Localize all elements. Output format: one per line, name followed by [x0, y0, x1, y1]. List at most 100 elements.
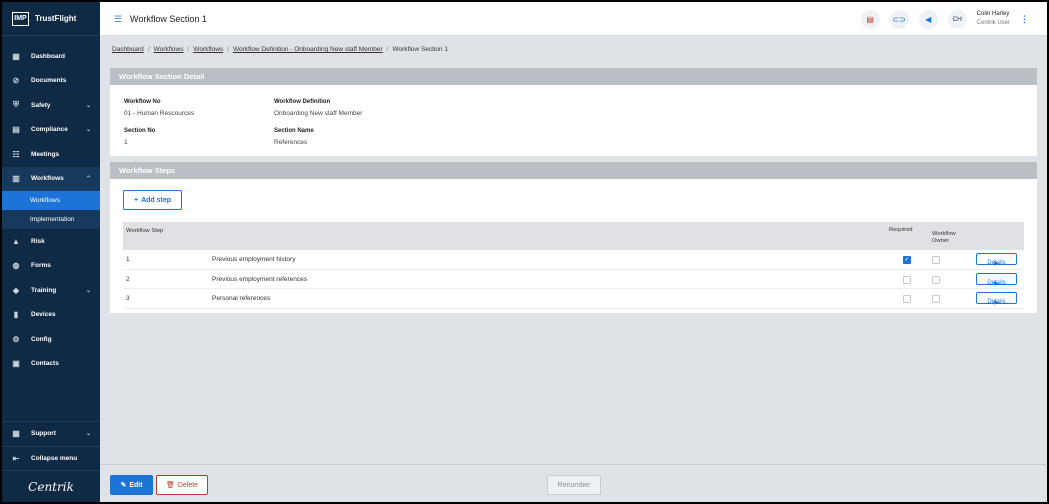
sidebar-item-documents[interactable]: ⊘ Documents	[2, 69, 100, 94]
step-name: Personal references	[212, 295, 271, 302]
delete-button[interactable]: 🗑 Delete	[156, 475, 208, 495]
table-header: Workflow Step Required Workflow Owner	[123, 222, 1024, 250]
topbar: ☰ Workflow Section 1 ▤ ⊂⊃ ◀ CH Colin Har…	[100, 2, 1047, 36]
step-name: Previous employment history	[212, 256, 296, 263]
add-step-button[interactable]: + Add step	[123, 190, 182, 210]
renumber-button[interactable]: Renumber	[547, 475, 601, 495]
wrench-icon: ⚙	[12, 334, 20, 344]
sidebar-item-workflows[interactable]: ▥ Workflows ⌃	[2, 166, 100, 191]
details-label: Details	[987, 279, 1006, 286]
collapse-menu-button[interactable]: ⇤ Collapse menu	[2, 445, 100, 471]
sidebar-item-label: Config	[31, 335, 52, 343]
sidebar-item-safety[interactable]: ⛨ Safety ⌄	[2, 93, 100, 118]
breadcrumb-separator: /	[227, 46, 229, 53]
sidebar-subitem-implementation[interactable]: Implementation	[2, 210, 100, 229]
details-button[interactable]: ▶ Details	[976, 272, 1017, 287]
workflow-steps-panel: Workflow Steps + Add step Workflow Step …	[110, 162, 1037, 313]
sidebar-bottom: ▦ Support ⌄ ⇤ Collapse menu Centrik	[2, 421, 100, 502]
sidebar-item-meetings[interactable]: ☷ Meetings	[2, 142, 100, 167]
user-role: Centrik User	[976, 20, 1010, 26]
plus-icon: +	[133, 196, 139, 204]
sidebar-item-risk[interactable]: ▲ Risk	[2, 229, 100, 254]
chevron-down-icon: ⌄	[85, 127, 91, 134]
step-name: Previous employment references	[212, 275, 308, 283]
trash-icon: 🗑	[165, 482, 175, 489]
people-icon: ☷	[12, 149, 20, 159]
sidebar-item-config[interactable]: ⚙ Config	[2, 327, 100, 352]
clipboard-icon: ▤	[12, 125, 20, 135]
table-row: 3 Personal references ▶ Details	[123, 289, 1024, 309]
sidebar-item-label: Contacts	[31, 360, 59, 368]
sidebar-item-training[interactable]: ◆ Training ⌄	[2, 278, 100, 303]
sidebar-item-devices[interactable]: ▮ Devices	[2, 303, 100, 328]
collapse-menu-label: Collapse menu	[31, 454, 78, 462]
edit-icon: ✎	[120, 482, 127, 489]
breadcrumb-workflows-list[interactable]: Workflows	[193, 46, 223, 53]
breadcrumb-workflow-definition[interactable]: Workflow Definition - Onboarding New sta…	[233, 46, 383, 53]
details-label: Details	[987, 299, 1006, 305]
workflow-definition-value: Onboarding New staff Member	[274, 110, 363, 117]
sidebar-nav: ▦ Dashboard ⊘ Documents ⛨ Safety ⌄ ▤ Com…	[2, 44, 100, 376]
section-no-value: 1	[124, 139, 128, 146]
sidebar-item-label: Training	[31, 286, 57, 294]
details-button[interactable]: ▶ Details	[976, 253, 1017, 267]
sidebar-item-forms[interactable]: ◍ Forms	[2, 254, 100, 279]
brand[interactable]: IMP TrustFlight	[2, 2, 100, 36]
details-label: Details	[987, 260, 1006, 266]
sidebar-item-support[interactable]: ▦ Support ⌄	[2, 421, 100, 446]
breadcrumb-workflows[interactable]: Workflows	[154, 46, 184, 53]
required-checkbox[interactable]: ✓	[903, 256, 911, 264]
sidebar-item-label: Forms	[31, 262, 51, 270]
sidebar-item-label: Workflows	[31, 175, 64, 183]
sidebar-subitem-workflows[interactable]: Workflows	[2, 191, 100, 210]
brand-name: TrustFlight	[35, 14, 77, 23]
details-button[interactable]: ▶ Details	[976, 292, 1017, 306]
imp-logo: IMP	[12, 11, 29, 26]
sidebar-item-contacts[interactable]: ▣ Contacts	[2, 352, 100, 377]
owner-checkbox[interactable]	[932, 256, 940, 264]
sidebar-item-label: Support	[31, 430, 56, 438]
document-list-button[interactable]: ▤	[860, 9, 880, 29]
edit-button[interactable]: ✎ Edit	[110, 475, 153, 495]
centrik-logo: Centrik	[2, 470, 100, 502]
link-button[interactable]: ⊂⊃	[889, 9, 909, 29]
sidebar-item-compliance[interactable]: ▤ Compliance ⌄	[2, 118, 100, 143]
sidebar-item-label: Meetings	[31, 150, 60, 158]
support-icon: ▦	[12, 429, 20, 439]
column-header-step: Workflow Step	[126, 228, 164, 234]
breadcrumb-separator: /	[187, 46, 190, 53]
chevron-down-icon: ⌄	[85, 102, 91, 109]
kebab-menu-icon[interactable]: ⋮	[1020, 14, 1029, 25]
section-name-value: References	[274, 139, 308, 146]
edit-label: Edit	[129, 481, 143, 489]
section-detail-panel: Workflow Section Detail Workflow No 01 -…	[110, 68, 1037, 156]
top-actions: ▤ ⊂⊃ ◀ CH Colin Harley Centrik User ⋮	[860, 2, 1029, 36]
sidebar-item-dashboard[interactable]: ▦ Dashboard	[2, 44, 100, 69]
required-checkbox[interactable]	[903, 295, 911, 303]
workflow-icon: ☰	[114, 13, 123, 24]
column-header-owner-line2: Owner	[932, 238, 950, 244]
workflow-no-value: 01 - Human Rescources	[124, 110, 195, 117]
avatar[interactable]: CH	[947, 9, 967, 29]
section-no-label: Section No	[124, 128, 156, 134]
delete-label: Delete	[177, 481, 199, 489]
workflow-icon: ▥	[12, 174, 20, 184]
chevron-up-icon: ⌃	[85, 176, 91, 183]
panel-heading: Workflow Section Detail	[110, 68, 1037, 85]
table-row: 1 Previous employment history ✓ ▶ Detail…	[123, 250, 1024, 270]
owner-checkbox[interactable]	[932, 295, 940, 303]
sidebar-item-label: Safety	[31, 101, 51, 109]
workflow-no-label: Workflow No	[124, 99, 161, 105]
owner-checkbox[interactable]	[932, 275, 940, 284]
required-checkbox[interactable]	[903, 275, 911, 284]
sidebar-item-label: Dashboard	[31, 52, 65, 60]
step-number: 2	[126, 275, 130, 283]
graduation-cap-icon: ◆	[12, 285, 20, 295]
breadcrumb-dashboard[interactable]: Dashboard	[112, 46, 144, 53]
user-info[interactable]: Colin Harley Centrik User	[977, 10, 1010, 28]
warning-icon: ▲	[12, 236, 20, 246]
forms-icon: ◍	[12, 261, 20, 271]
breadcrumb: Dashboard / Workflows / Workflows / Work…	[112, 46, 448, 53]
announcement-button[interactable]: ◀	[918, 9, 938, 29]
shield-icon: ⛨	[13, 100, 19, 110]
